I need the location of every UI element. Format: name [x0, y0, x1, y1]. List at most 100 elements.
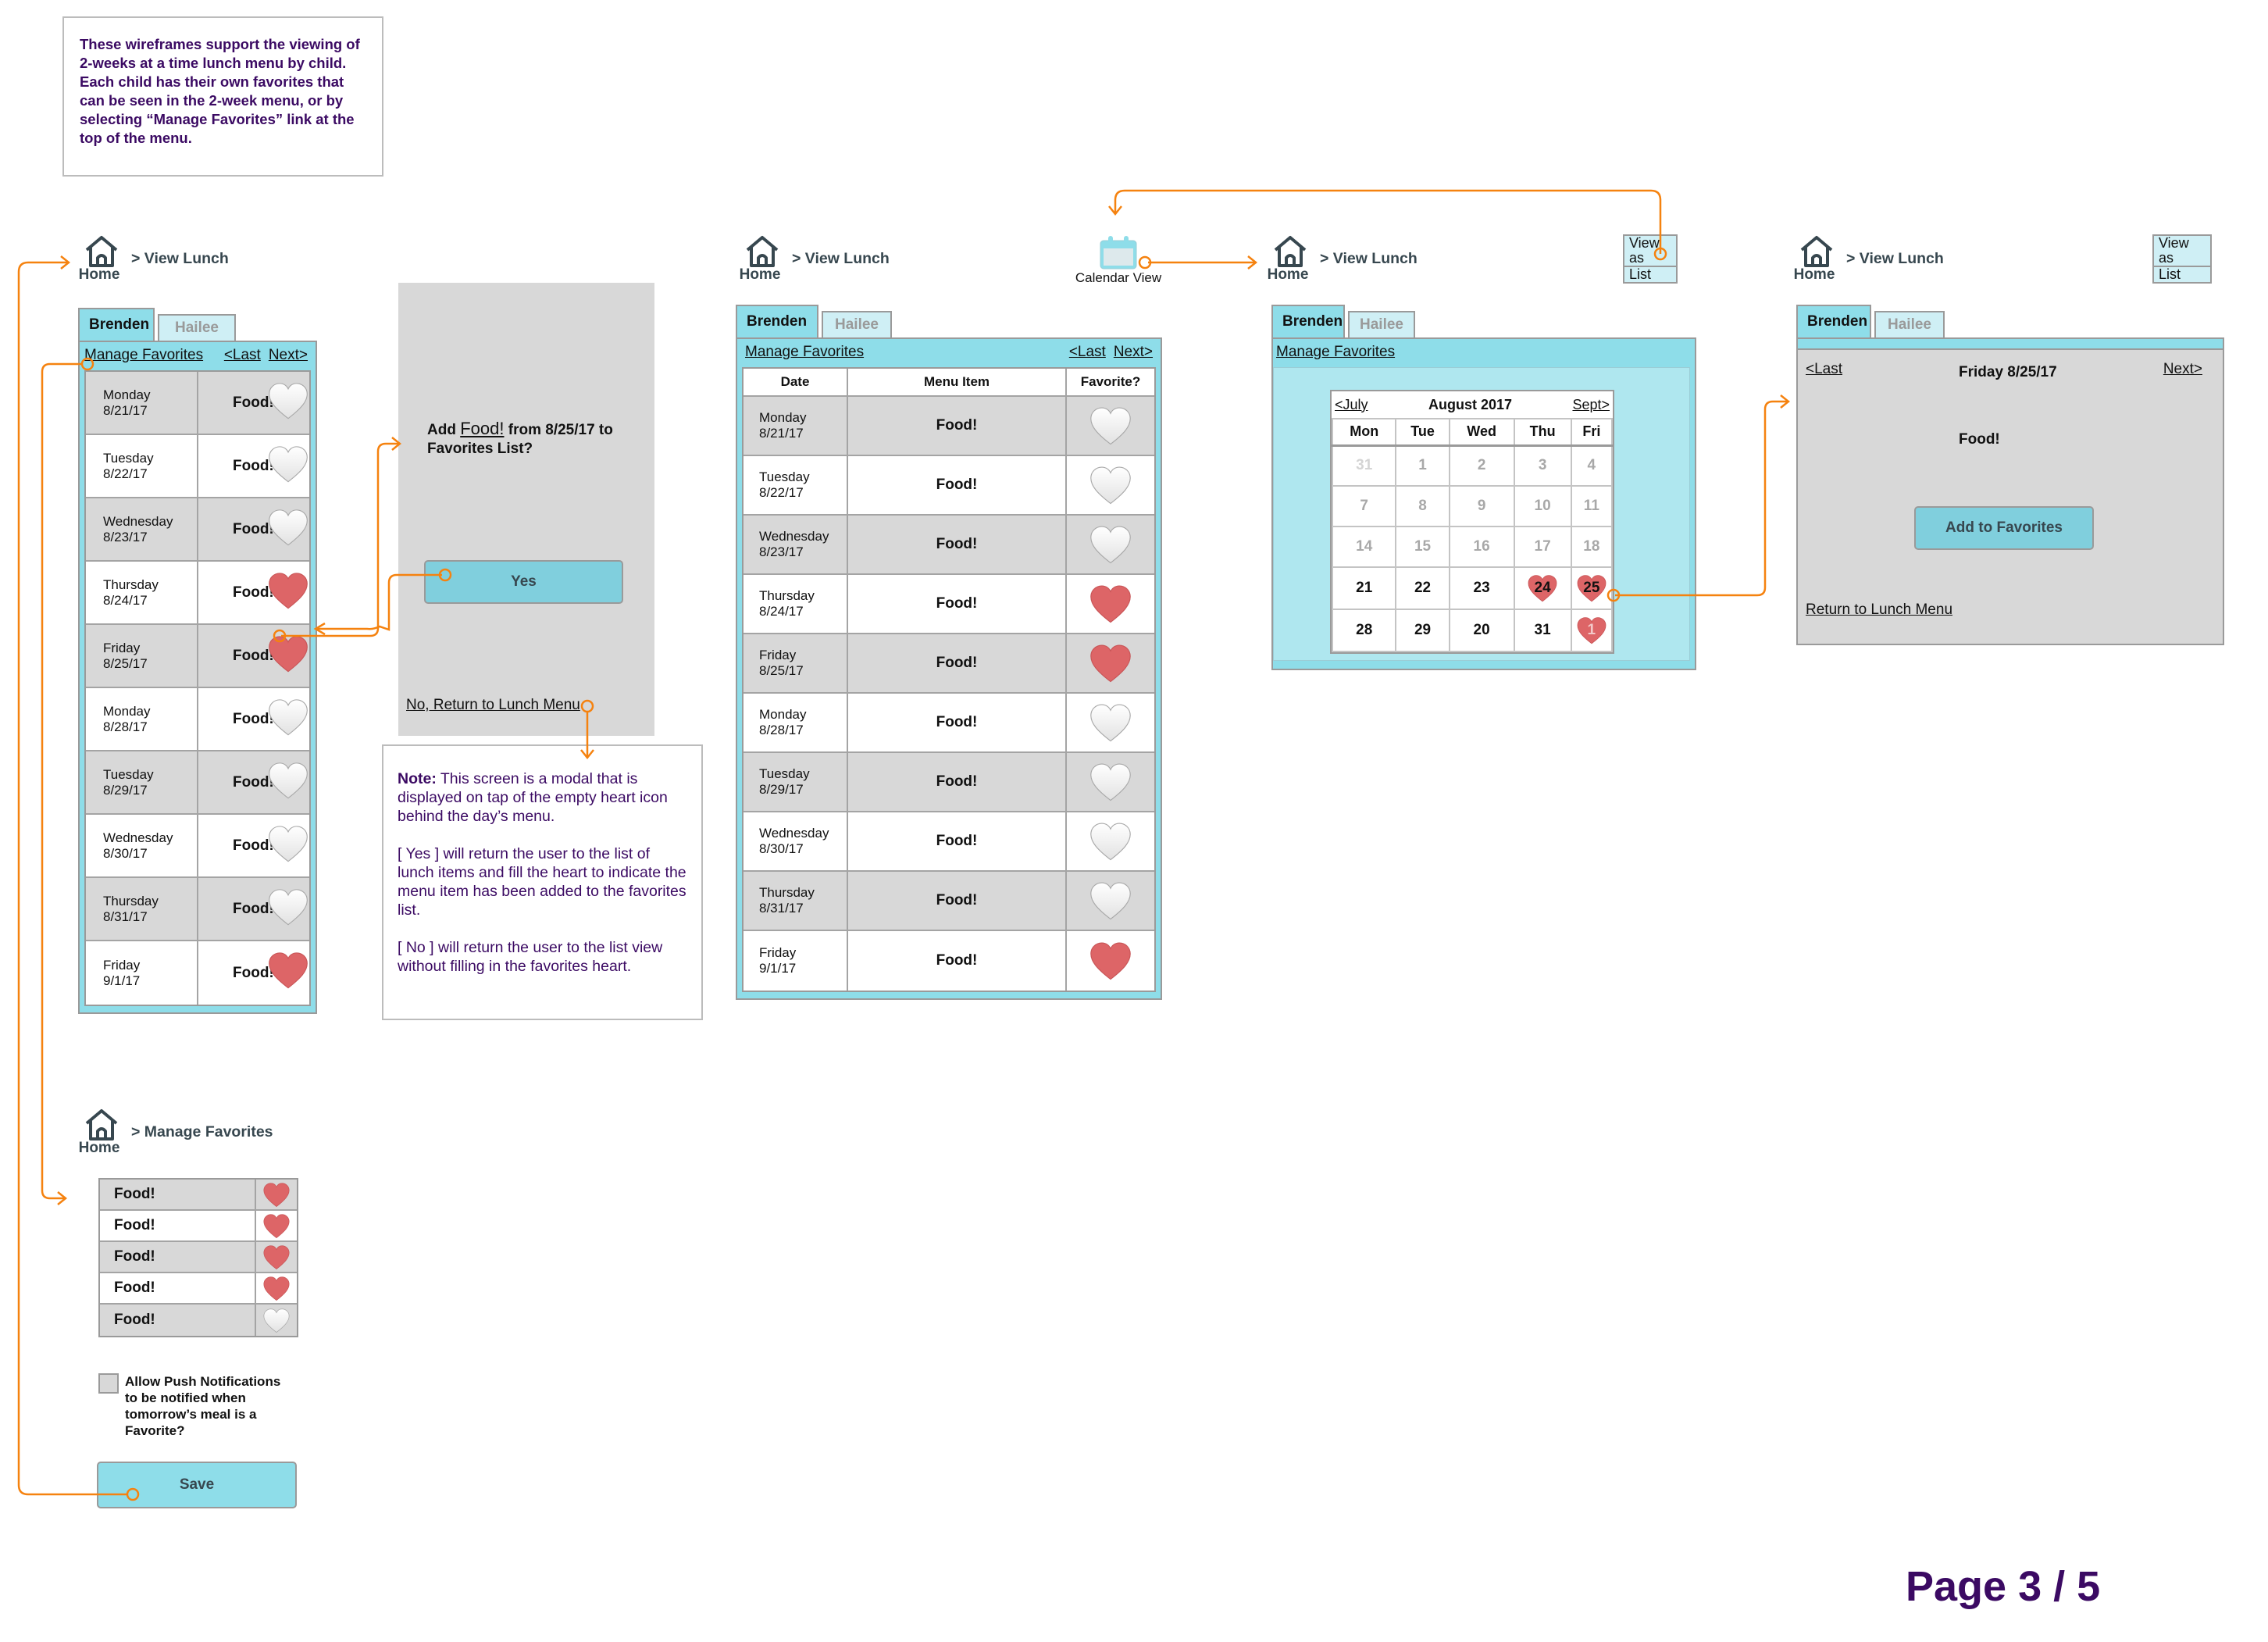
- heart-empty-icon[interactable]: [262, 1308, 291, 1333]
- calendar-day[interactable]: 2: [1448, 444, 1515, 487]
- next-link[interactable]: Next>: [2163, 361, 2202, 378]
- calendar-day[interactable]: 25: [1570, 566, 1614, 610]
- lunch-row: Tuesday 8/29/17 Food!: [86, 751, 309, 815]
- view-as-list-toggle[interactable]: View as List: [1623, 234, 1678, 284]
- row-food: Food!: [198, 815, 309, 876]
- heart-empty-icon[interactable]: [267, 381, 309, 420]
- calendar-day[interactable]: 21: [1331, 566, 1397, 610]
- tab-hailee[interactable]: Hailee: [1874, 311, 1945, 337]
- calendar-day[interactable]: 16: [1448, 526, 1515, 568]
- heart-empty-icon[interactable]: [267, 508, 309, 547]
- home-icon: [85, 1109, 118, 1140]
- home-button[interactable]: Home: [739, 234, 786, 284]
- calendar-day[interactable]: 11: [1570, 485, 1614, 527]
- calendar-day[interactable]: 23: [1448, 566, 1515, 610]
- heart-empty-icon[interactable]: [267, 824, 309, 863]
- calendar-day[interactable]: 4: [1570, 444, 1614, 487]
- push-notifications-checkbox[interactable]: [98, 1373, 119, 1394]
- row-date: Wednesday 8/30/17: [744, 812, 848, 870]
- row-food: Food!: [198, 941, 309, 1005]
- heart-empty-icon[interactable]: [1089, 821, 1132, 862]
- calendar-grid: Mon Tue Wed Thu Fri 31 1 2 3 4 7 8 9 10 11 14 15 16 17 18 2…: [1331, 418, 1614, 652]
- calendar-day[interactable]: 15: [1395, 526, 1450, 568]
- next-link[interactable]: Next>: [269, 347, 308, 363]
- calendar-day[interactable]: 1: [1395, 444, 1450, 487]
- calendar-day[interactable]: 29: [1395, 609, 1450, 652]
- heart-filled-icon[interactable]: [267, 634, 309, 673]
- calendar-day[interactable]: 10: [1513, 485, 1572, 527]
- no-return-link[interactable]: No, Return to Lunch Menu: [406, 697, 580, 714]
- heart-empty-icon[interactable]: [1089, 465, 1132, 505]
- heart-empty-icon[interactable]: [267, 887, 309, 926]
- calendar-day[interactable]: 18: [1570, 526, 1614, 568]
- prev-month-link[interactable]: <July: [1335, 397, 1368, 413]
- home-button[interactable]: Home: [78, 234, 125, 284]
- next-link[interactable]: Next>: [1114, 344, 1153, 360]
- lunch-row: Friday 8/25/17 Food!: [86, 625, 309, 688]
- heart-empty-icon[interactable]: [1089, 702, 1132, 743]
- heart-empty-icon[interactable]: [1089, 762, 1132, 802]
- lunch-row: Monday 8/28/17 Food!: [86, 688, 309, 751]
- heart-filled-icon[interactable]: [1089, 643, 1132, 684]
- calendar-day[interactable]: 8: [1395, 485, 1450, 527]
- heart-empty-icon[interactable]: [267, 761, 309, 800]
- manage-favorites-link[interactable]: Manage Favorites: [1276, 344, 1395, 367]
- heart-empty-icon[interactable]: [1089, 405, 1132, 446]
- calendar-day[interactable]: 9: [1448, 485, 1515, 527]
- row-date: Thursday 8/31/17: [744, 872, 848, 930]
- calendar-day[interactable]: 7: [1331, 485, 1397, 527]
- manage-favorites-link[interactable]: Manage Favorites: [84, 347, 203, 370]
- calendar-day[interactable]: 17: [1513, 526, 1572, 568]
- calendar-day[interactable]: 14: [1331, 526, 1397, 568]
- calendar-day[interactable]: 24: [1513, 566, 1572, 610]
- row-favorite: [1067, 456, 1154, 514]
- heart-filled-icon[interactable]: [262, 1244, 291, 1270]
- view-as-list-toggle[interactable]: View as List: [2152, 234, 2212, 284]
- home-button[interactable]: Home: [1793, 234, 1840, 284]
- row-date: Thursday 8/24/17: [744, 575, 848, 633]
- table-row: Tuesday 8/29/17 Food!: [744, 753, 1154, 812]
- screen4-day-panel: Brenden Hailee <Last Friday 8/25/17 Next…: [1796, 305, 2224, 645]
- calendar-day[interactable]: 1: [1570, 609, 1614, 652]
- heart-filled-icon[interactable]: [262, 1182, 291, 1208]
- tab-brenden[interactable]: Brenden: [1796, 305, 1871, 337]
- save-button[interactable]: Save: [97, 1462, 297, 1508]
- heart-filled-icon[interactable]: [262, 1276, 291, 1301]
- next-month-link[interactable]: Sept>: [1572, 397, 1610, 413]
- calendar-day[interactable]: 3: [1513, 444, 1572, 487]
- calendar-day[interactable]: 20: [1448, 609, 1515, 652]
- calendar-view-button[interactable]: Calendar View: [1072, 234, 1165, 286]
- row-date: Wednesday 8/23/17: [744, 516, 848, 573]
- heart-filled-icon[interactable]: [267, 951, 309, 990]
- tab-hailee[interactable]: Hailee: [158, 314, 236, 341]
- heart-filled-icon[interactable]: [1089, 584, 1132, 624]
- modal-food-link[interactable]: Food!: [460, 419, 504, 438]
- yes-button[interactable]: Yes: [424, 560, 623, 604]
- tab-hailee[interactable]: Hailee: [822, 311, 892, 337]
- add-to-favorites-button[interactable]: Add to Favorites: [1914, 506, 2094, 550]
- tab-hailee[interactable]: Hailee: [1348, 311, 1415, 337]
- calendar-day[interactable]: 31: [1331, 444, 1397, 487]
- tab-brenden[interactable]: Brenden: [736, 305, 818, 337]
- row-food: Food!: [198, 372, 309, 434]
- return-to-lunch-menu-link[interactable]: Return to Lunch Menu: [1806, 601, 1952, 619]
- heart-filled-icon[interactable]: [262, 1213, 291, 1239]
- heart-empty-icon[interactable]: [1089, 524, 1132, 565]
- manage-favorites-link[interactable]: Manage Favorites: [745, 344, 864, 367]
- calendar-day[interactable]: 31: [1513, 609, 1572, 652]
- tab-brenden[interactable]: Brenden: [1271, 305, 1345, 337]
- heart-empty-icon[interactable]: [267, 444, 309, 484]
- last-link[interactable]: <Last: [1806, 361, 1842, 378]
- heart-filled-icon[interactable]: [267, 571, 309, 610]
- heart-empty-icon[interactable]: [267, 698, 309, 737]
- heart-empty-icon[interactable]: [1089, 880, 1132, 921]
- calendar-day[interactable]: 22: [1395, 566, 1450, 610]
- home-button[interactable]: Home: [1267, 234, 1314, 284]
- row-food: Food!: [198, 688, 309, 750]
- calendar-day[interactable]: 28: [1331, 609, 1397, 652]
- last-link[interactable]: <Last: [224, 347, 261, 363]
- last-link[interactable]: <Last: [1069, 344, 1106, 360]
- home-button[interactable]: Home: [78, 1108, 125, 1157]
- tab-brenden[interactable]: Brenden: [78, 308, 155, 341]
- heart-filled-icon[interactable]: [1089, 941, 1132, 981]
